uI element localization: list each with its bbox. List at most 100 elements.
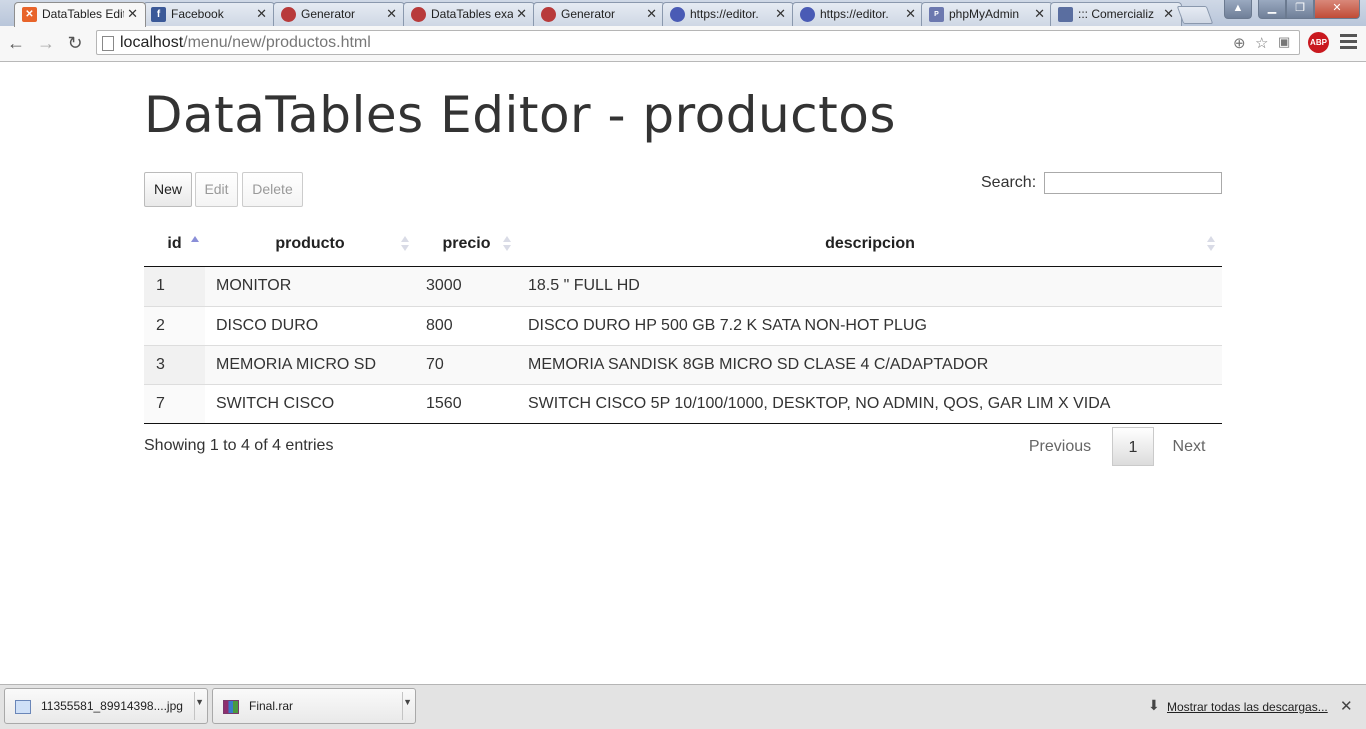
cell-precio: 3000: [426, 277, 462, 294]
back-icon[interactable]: ←: [4, 31, 28, 55]
cell-producto: MEMORIA MICRO SD: [216, 356, 377, 373]
download-shelf: 11355581_89914398....jpg ▼ Final.rar ▼ ⬇…: [0, 684, 1366, 729]
close-icon[interactable]: ✕: [256, 6, 267, 22]
column-label: producto: [275, 235, 345, 252]
page-title: DataTables Editor - productos: [144, 86, 896, 144]
xampp-icon: ✕: [22, 7, 37, 22]
bookmark-star-icon[interactable]: ☆: [1255, 34, 1268, 52]
adblock-plus-icon[interactable]: ABP: [1308, 32, 1329, 53]
sort-icon: [1207, 236, 1215, 252]
url-text[interactable]: localhost/menu/new/productos.html: [120, 34, 371, 52]
close-icon[interactable]: ✕: [1034, 6, 1045, 22]
tab-title: ::: Comercializ: [1078, 7, 1155, 21]
tab-comercializ[interactable]: ::: Comercializ ✕: [1050, 2, 1182, 26]
table-row[interactable]: 1 MONITOR 3000 18.5 " FULL HD: [144, 267, 1222, 306]
reload-icon[interactable]: ↻: [63, 31, 87, 55]
close-icon[interactable]: ✕: [1340, 697, 1353, 715]
download-item[interactable]: 11355581_89914398....jpg ▼: [4, 688, 208, 724]
phpmyadmin-icon: P: [929, 7, 944, 22]
tab-editor-2[interactable]: https://editor. ✕: [792, 2, 924, 26]
cell-producto: DISCO DURO: [216, 317, 319, 334]
cell-producto: MONITOR: [216, 277, 292, 294]
close-icon[interactable]: ✕: [386, 6, 397, 22]
column-header-descripcion[interactable]: descripcion: [518, 222, 1222, 266]
cell-precio: 70: [426, 356, 444, 373]
column-label: precio: [442, 235, 491, 252]
download-arrow-icon: ⬇: [1148, 697, 1160, 713]
tab-phpmyadmin[interactable]: P phpMyAdmin ✕: [921, 2, 1053, 26]
sort-ascending-icon: [191, 236, 199, 252]
search-input[interactable]: [1044, 172, 1222, 194]
tab-generator-2[interactable]: Generator ✕: [533, 2, 665, 26]
cell-id: 7: [156, 395, 165, 412]
tab-title: https://editor.: [690, 7, 759, 21]
tab-editor-1[interactable]: https://editor. ✕: [662, 2, 794, 26]
tab-title: https://editor.: [820, 7, 889, 21]
tab-generator[interactable]: Generator ✕: [273, 2, 405, 26]
rar-file-icon: [223, 700, 239, 714]
table-row[interactable]: 3 MEMORIA MICRO SD 70 MEMORIA SANDISK 8G…: [144, 345, 1222, 384]
close-window-button[interactable]: ✕: [1314, 0, 1360, 19]
column-label: descripcion: [825, 235, 915, 252]
cell-producto: SWITCH CISCO: [216, 395, 335, 412]
user-icon[interactable]: ▲: [1224, 0, 1252, 19]
download-filename: 11355581_89914398....jpg: [41, 699, 183, 713]
download-item[interactable]: Final.rar ▼: [212, 688, 416, 724]
table-row[interactable]: 7 SWITCH CISCO 1560 SWITCH CISCO 5P 10/1…: [144, 384, 1222, 423]
tab-datatables-editor[interactable]: ✕ DataTables Editor ✕: [14, 2, 146, 27]
maximize-button[interactable]: ❐: [1286, 0, 1314, 19]
tab-title: Facebook: [171, 7, 224, 21]
forward-icon[interactable]: →: [34, 31, 58, 55]
close-icon[interactable]: ✕: [905, 6, 916, 22]
globe-icon: [670, 7, 685, 22]
cell-descripcion: SWITCH CISCO 5P 10/100/1000, DESKTOP, NO…: [528, 395, 1111, 412]
cell-id: 1: [156, 277, 165, 294]
cell-descripcion: MEMORIA SANDISK 8GB MICRO SD CLASE 4 C/A…: [528, 356, 989, 373]
site-icon: [1058, 7, 1073, 22]
show-all-downloads-link[interactable]: Mostrar todas las descargas...: [1167, 700, 1328, 714]
id-cell-bg: [144, 385, 205, 423]
close-icon[interactable]: ✕: [775, 6, 786, 22]
table-info: Showing 1 to 4 of 4 entries: [144, 437, 334, 454]
generator-icon: [411, 7, 426, 22]
close-icon[interactable]: ✕: [516, 6, 527, 22]
close-icon[interactable]: ✕: [646, 6, 657, 22]
cell-id: 2: [156, 317, 165, 334]
pagination-previous[interactable]: Previous: [1020, 427, 1100, 466]
cell-descripcion: DISCO DURO HP 500 GB 7.2 K SATA NON-HOT …: [528, 317, 927, 334]
new-button[interactable]: New: [144, 172, 192, 207]
close-icon[interactable]: ✕: [127, 6, 138, 22]
minimize-button[interactable]: ▁: [1258, 0, 1286, 19]
chevron-down-icon[interactable]: ▼: [195, 697, 204, 707]
address-bar[interactable]: localhost/menu/new/productos.html ⊕ ☆ ▣: [96, 30, 1300, 55]
zoom-icon[interactable]: ⊕: [1233, 34, 1246, 52]
new-tab-button[interactable]: [1176, 6, 1214, 24]
table-body: 1 MONITOR 3000 18.5 " FULL HD 2 DISCO DU…: [144, 267, 1222, 424]
tab-facebook[interactable]: f Facebook ✕: [143, 2, 275, 26]
pagination-next[interactable]: Next: [1162, 427, 1216, 466]
tab-datatables-example[interactable]: DataTables example ✕: [403, 2, 535, 26]
chevron-down-icon[interactable]: ▼: [403, 697, 412, 707]
id-cell-bg: [144, 346, 205, 384]
column-label: id: [167, 235, 182, 252]
table-row[interactable]: 2 DISCO DURO 800 DISCO DURO HP 500 GB 7.…: [144, 306, 1222, 345]
cell-precio: 1560: [426, 395, 462, 412]
pagination-page-1[interactable]: 1: [1112, 427, 1154, 466]
browser-toolbar: ← → ↻ localhost/menu/new/productos.html …: [0, 26, 1366, 62]
image-file-icon: [15, 700, 31, 714]
close-icon[interactable]: ✕: [1163, 6, 1174, 22]
edit-button[interactable]: Edit: [195, 172, 238, 207]
tab-title: Generator: [301, 7, 356, 21]
tab-title: DataTables Editor: [42, 7, 124, 21]
delete-button[interactable]: Delete: [242, 172, 303, 207]
translate-icon[interactable]: ▣: [1278, 34, 1290, 50]
table-header: id producto precio descripcion: [144, 222, 1222, 267]
sort-icon: [401, 236, 409, 252]
tab-title: phpMyAdmin: [949, 7, 1020, 21]
url-host: localhost: [120, 34, 184, 51]
menu-icon[interactable]: [1340, 34, 1357, 52]
column-header-producto[interactable]: producto: [205, 222, 415, 266]
search-label: Search:: [981, 174, 1037, 191]
id-cell-bg: [144, 307, 205, 345]
page-icon: [102, 36, 114, 51]
